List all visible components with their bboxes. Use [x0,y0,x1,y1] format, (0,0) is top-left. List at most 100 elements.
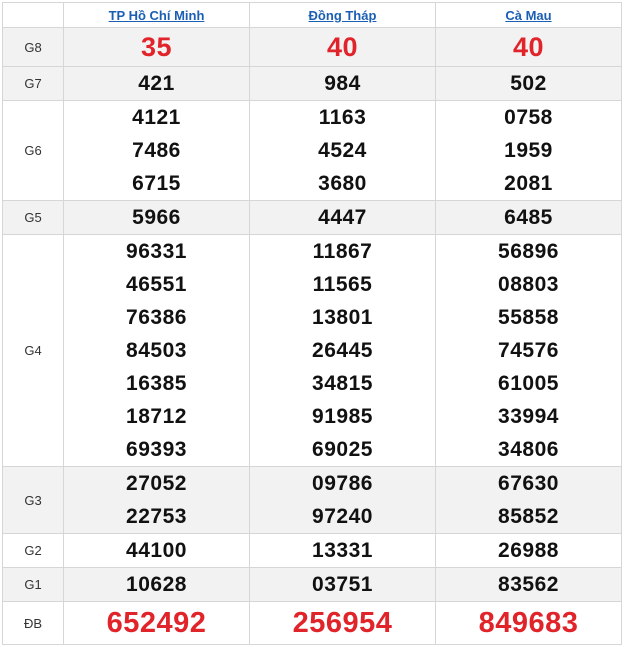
prize-number: 34806 [498,438,559,461]
prize-number: 76386 [126,306,187,329]
province-header: Đồng Tháp [249,2,436,28]
prize-number: 33994 [498,405,559,428]
prize-number: 83562 [498,573,559,596]
prize-label: G8 [2,27,64,67]
prize-number: 10628 [126,573,187,596]
province-link-ca-mau[interactable]: Cà Mau [505,8,551,23]
prize-number: 56896 [498,240,559,263]
prize-label: G5 [2,200,64,235]
prize-cell: 4121 7486 6715 [63,100,250,201]
prize-cell: 6485 [435,200,622,235]
lottery-results-table: TP Hồ Chí Minh Đồng Tháp Cà Mau G8 35 40… [2,2,622,645]
prize-cell: 03751 [249,567,436,602]
prize-number: 08803 [498,273,559,296]
prize-row-g5: G5 5966 4447 6485 [2,200,622,235]
prize-number: 69025 [312,438,373,461]
prize-cell: 984 [249,66,436,101]
prize-cell: 96331 46551 76386 84503 16385 18712 6939… [63,234,250,467]
prize-number: 67630 [498,472,559,495]
prize-number: 35 [140,32,173,62]
prize-number: 3680 [318,172,367,195]
prize-number: 421 [138,72,175,95]
prize-number: 34815 [312,372,373,395]
prize-number: 69393 [126,438,187,461]
prize-cell: 27052 22753 [63,466,250,534]
prize-row-g3: G3 27052 22753 09786 97240 67630 85852 [2,466,622,534]
prize-number: 09786 [312,472,373,495]
prize-cell: 40 [249,27,436,67]
prize-row-g4: G4 96331 46551 76386 84503 16385 18712 6… [2,234,622,467]
prize-number: 0758 [504,106,553,129]
header-corner [2,2,64,28]
prize-cell: 40 [435,27,622,67]
special-prize-number: 849683 [478,607,579,639]
prize-number: 5966 [132,206,181,229]
prize-cell: 13331 [249,533,436,568]
prize-row-g1: G1 10628 03751 83562 [2,567,622,602]
prize-cell: 4447 [249,200,436,235]
prize-number: 502 [510,72,547,95]
province-link-dong-thap[interactable]: Đồng Tháp [309,8,377,23]
prize-number: 6485 [504,206,553,229]
prize-cell: 26988 [435,533,622,568]
prize-row-g8: G8 35 40 40 [2,27,622,67]
prize-number: 22753 [126,505,187,528]
prize-number: 44100 [126,539,187,562]
prize-number: 61005 [498,372,559,395]
prize-number: 4121 [132,106,181,129]
prize-row-g6: G6 4121 7486 6715 1163 4524 3680 0758 19… [2,100,622,201]
prize-cell: 09786 97240 [249,466,436,534]
prize-label: G1 [2,567,64,602]
prize-cell: 1163 4524 3680 [249,100,436,201]
prize-row-special: ĐB 652492 256954 849683 [2,601,622,645]
prize-cell: 35 [63,27,250,67]
province-header: Cà Mau [435,2,622,28]
prize-number: 1163 [318,106,367,129]
province-header: TP Hồ Chí Minh [63,2,250,28]
prize-cell: 83562 [435,567,622,602]
prize-cell: 5966 [63,200,250,235]
prize-number: 40 [326,32,359,62]
prize-number: 984 [324,72,361,95]
prize-cell: 256954 [249,601,436,645]
prize-number: 74576 [498,339,559,362]
special-prize-number: 256954 [292,607,393,639]
prize-number: 91985 [312,405,373,428]
prize-cell: 421 [63,66,250,101]
prize-number: 2081 [504,172,553,195]
prize-label: G7 [2,66,64,101]
prize-label: G2 [2,533,64,568]
prize-number: 11565 [312,273,373,296]
prize-label: G6 [2,100,64,201]
prize-number: 26445 [312,339,373,362]
prize-cell: 849683 [435,601,622,645]
prize-number: 46551 [126,273,187,296]
province-link-hcm[interactable]: TP Hồ Chí Minh [109,8,205,23]
prize-number: 84503 [126,339,187,362]
prize-label: ĐB [2,601,64,645]
prize-row-g2: G2 44100 13331 26988 [2,533,622,568]
prize-number: 16385 [126,372,187,395]
prize-number: 97240 [312,505,373,528]
prize-number: 7486 [132,139,181,162]
prize-cell: 652492 [63,601,250,645]
prize-row-g7: G7 421 984 502 [2,66,622,101]
prize-cell: 44100 [63,533,250,568]
prize-cell: 67630 85852 [435,466,622,534]
prize-cell: 56896 08803 55858 74576 61005 33994 3480… [435,234,622,467]
prize-number: 27052 [126,472,187,495]
prize-number: 11867 [312,240,373,263]
prize-number: 13801 [312,306,373,329]
prize-number: 4524 [318,139,367,162]
prize-cell: 0758 1959 2081 [435,100,622,201]
header-row: TP Hồ Chí Minh Đồng Tháp Cà Mau [2,2,622,28]
prize-number: 6715 [132,172,181,195]
prize-number: 55858 [498,306,559,329]
prize-number: 85852 [498,505,559,528]
prize-number: 96331 [126,240,187,263]
special-prize-number: 652492 [106,607,207,639]
prize-number: 40 [512,32,545,62]
prize-number: 1959 [504,139,553,162]
prize-number: 4447 [318,206,367,229]
prize-cell: 11867 11565 13801 26445 34815 91985 6902… [249,234,436,467]
